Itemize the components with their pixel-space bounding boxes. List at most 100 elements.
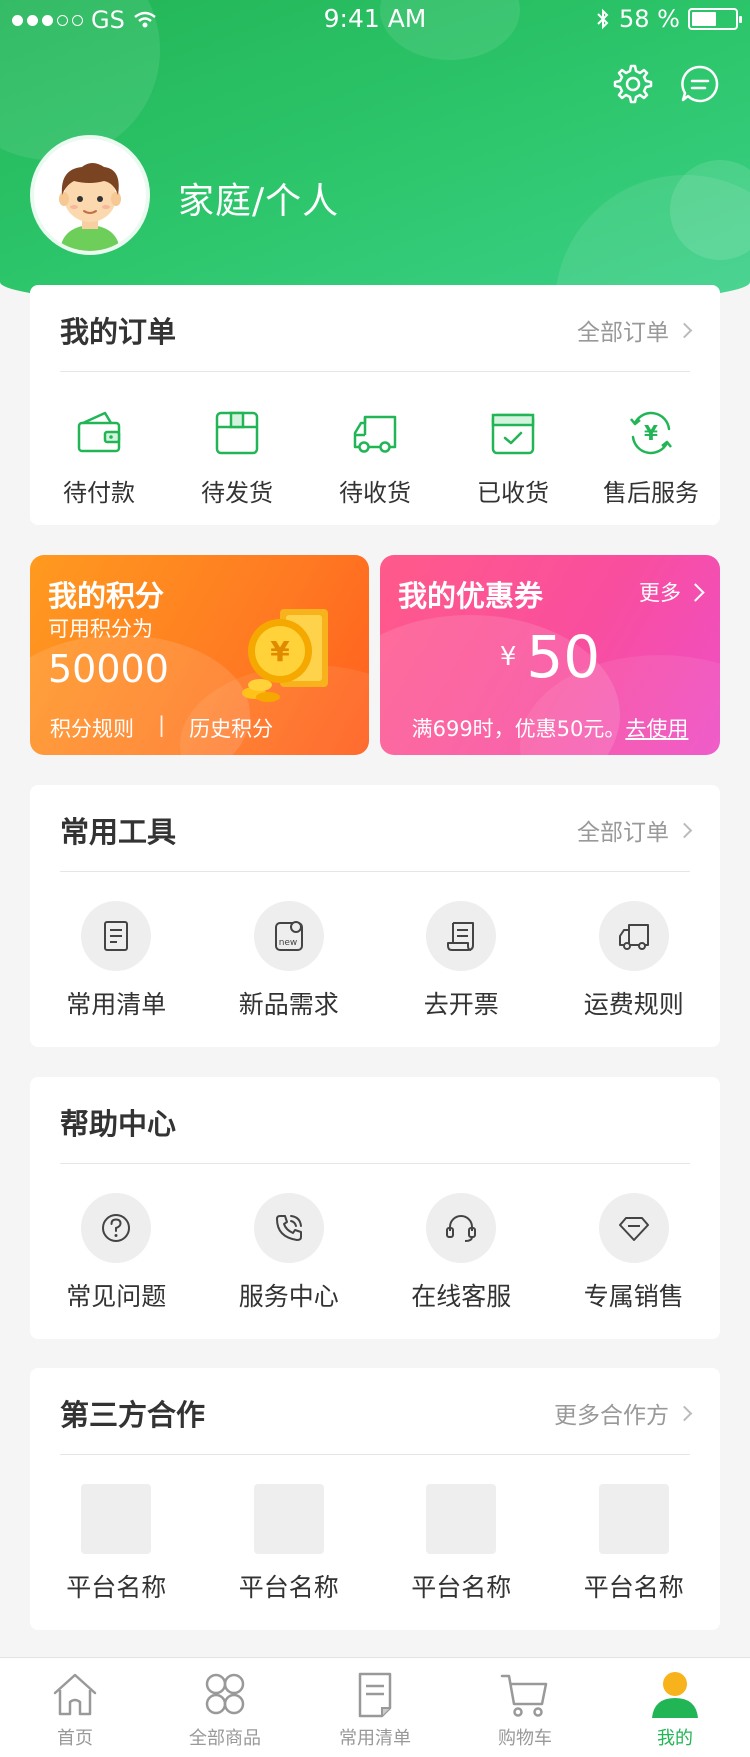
partner-item[interactable]: 平台名称 — [375, 1484, 548, 1604]
chat-icon[interactable] — [680, 64, 720, 104]
diamond-icon — [618, 1217, 649, 1241]
partner-label: 平台名称 — [583, 1573, 684, 1602]
gear-icon[interactable] — [613, 64, 653, 104]
separator: | — [158, 713, 166, 737]
order-pending-payment[interactable]: 待付款 — [30, 405, 168, 508]
order-item-label: 售后服务 — [603, 479, 699, 507]
package-icon — [215, 411, 259, 455]
orders-card: 我的订单 全部订单 待付款 待发货 待收货 已收货 ¥ 售后服务 — [30, 285, 720, 525]
chevron-right-icon — [676, 322, 693, 338]
bluetooth-icon — [597, 8, 609, 30]
help-faq[interactable]: 常见问题 — [30, 1193, 203, 1313]
help-online-support[interactable]: 在线客服 — [375, 1193, 548, 1313]
divider — [60, 1454, 690, 1455]
points-card[interactable]: 我的积分 可用积分为 50000 ¥ 积分规则 | 历史积分 — [30, 555, 369, 755]
coupon-currency: ¥ — [499, 642, 517, 672]
cart-icon — [500, 1674, 548, 1717]
partner-item[interactable]: 平台名称 — [548, 1484, 721, 1604]
chevron-right-icon — [676, 1405, 693, 1421]
partners-more-link[interactable]: 更多合作方 — [554, 1396, 693, 1430]
divider — [60, 371, 690, 372]
battery-icon — [688, 8, 742, 30]
status-bar: GS 9:41 AM 58 % — [0, 0, 750, 40]
gold-coin-icon: ¥ — [242, 609, 328, 702]
orders-title: 我的订单 — [60, 315, 177, 349]
tool-invoice[interactable]: 去开票 — [375, 901, 548, 1021]
tab-label: 我的 — [657, 1728, 693, 1749]
received-icon — [491, 413, 535, 455]
partners-title: 第三方合作 — [60, 1398, 206, 1432]
tab-label: 购物车 — [498, 1728, 552, 1749]
tab-bar: 首页 全部商品 常用清单 购物车 我的 — [0, 1657, 750, 1757]
shipping-icon — [618, 924, 649, 950]
phone-icon — [275, 1215, 302, 1241]
tab-label: 全部商品 — [189, 1728, 261, 1749]
order-pending-shipment[interactable]: 待发货 — [168, 405, 306, 508]
svg-text:¥: ¥ — [644, 421, 658, 445]
help-service-center[interactable]: 服务中心 — [203, 1193, 376, 1313]
coupon-amount: 50 — [526, 623, 601, 691]
partner-logo — [598, 1484, 669, 1554]
partner-item[interactable]: 平台名称 — [203, 1484, 376, 1604]
tools-card: 常用工具 全部订单 常用清单 new 新品需求 去开票 运费规则 — [30, 785, 720, 1047]
coupon-use-link[interactable]: 去使用 — [625, 717, 688, 741]
profile-header: GS 9:41 AM 58 % 家庭/个人 — [0, 0, 750, 310]
order-item-label: 待收货 — [339, 479, 411, 507]
svg-text:¥: ¥ — [270, 635, 290, 668]
wallet-icon — [77, 411, 121, 453]
coupon-more-link[interactable]: 更多 — [639, 577, 705, 607]
tool-common-list[interactable]: 常用清单 — [30, 901, 203, 1021]
tab-label: 首页 — [57, 1728, 93, 1749]
divider — [60, 871, 690, 872]
order-received[interactable]: 已收货 — [444, 405, 582, 508]
profile-icon — [652, 1672, 698, 1718]
tab-home[interactable]: 首页 — [0, 1658, 150, 1757]
headset-icon — [446, 1215, 477, 1242]
partner-label: 平台名称 — [66, 1573, 167, 1602]
tab-common-list[interactable]: 常用清单 — [300, 1658, 450, 1757]
truck-icon — [353, 415, 397, 453]
question-icon — [102, 1214, 131, 1242]
coupon-title: 我的优惠券 — [398, 579, 544, 613]
avatar[interactable] — [30, 135, 150, 255]
tool-label: 新品需求 — [238, 990, 339, 1019]
tool-new-product[interactable]: new 新品需求 — [203, 901, 376, 1021]
points-value: 50000 — [48, 647, 169, 691]
order-after-sales[interactable]: ¥ 售后服务 — [582, 405, 720, 508]
help-label: 服务中心 — [238, 1282, 339, 1311]
partner-logo — [426, 1484, 497, 1554]
partners-more-label: 更多合作方 — [554, 1403, 669, 1429]
chevron-right-icon — [676, 822, 693, 838]
battery-percent: 58 % — [619, 5, 680, 33]
new-product-icon: new — [274, 921, 303, 951]
help-label: 专属销售 — [583, 1282, 684, 1311]
order-item-label: 待付款 — [63, 479, 135, 507]
tool-label: 运费规则 — [583, 990, 684, 1019]
coupon-card[interactable]: 我的优惠券 更多 ¥50 满699时，优惠50元。去使用 — [380, 555, 720, 755]
points-history-link[interactable]: 历史积分 — [189, 713, 273, 743]
invoice-icon — [447, 922, 475, 951]
partner-logo — [81, 1484, 152, 1554]
all-orders-label: 全部订单 — [577, 320, 669, 346]
tab-cart[interactable]: 购物车 — [450, 1658, 600, 1757]
tool-label: 去开票 — [423, 990, 499, 1019]
tab-all-products[interactable]: 全部商品 — [150, 1658, 300, 1757]
user-name[interactable]: 家庭/个人 — [178, 172, 339, 224]
categories-icon — [205, 1673, 245, 1715]
tab-profile[interactable]: 我的 — [600, 1658, 750, 1757]
coupon-more-label: 更多 — [639, 581, 681, 605]
tools-more-link[interactable]: 全部订单 — [577, 813, 693, 847]
order-pending-receipt[interactable]: 待收货 — [306, 405, 444, 508]
profile-page: GS 9:41 AM 58 % 家庭/个人 我的订单 全部订单 待付款 待发货 … — [0, 0, 750, 1757]
avatar-boy-icon — [34, 139, 146, 251]
points-rules-link[interactable]: 积分规则 — [50, 713, 134, 743]
partners-card: 第三方合作 更多合作方 平台名称 平台名称 平台名称 平台名称 — [30, 1368, 720, 1630]
refund-icon: ¥ — [630, 411, 672, 455]
partner-label: 平台名称 — [238, 1573, 339, 1602]
help-dedicated-sales[interactable]: 专属销售 — [548, 1193, 721, 1313]
all-orders-link[interactable]: 全部订单 — [577, 313, 693, 347]
tool-shipping-rules[interactable]: 运费规则 — [548, 901, 721, 1021]
partner-item[interactable]: 平台名称 — [30, 1484, 203, 1604]
svg-text:new: new — [278, 938, 297, 948]
order-item-label: 待发货 — [201, 479, 273, 507]
